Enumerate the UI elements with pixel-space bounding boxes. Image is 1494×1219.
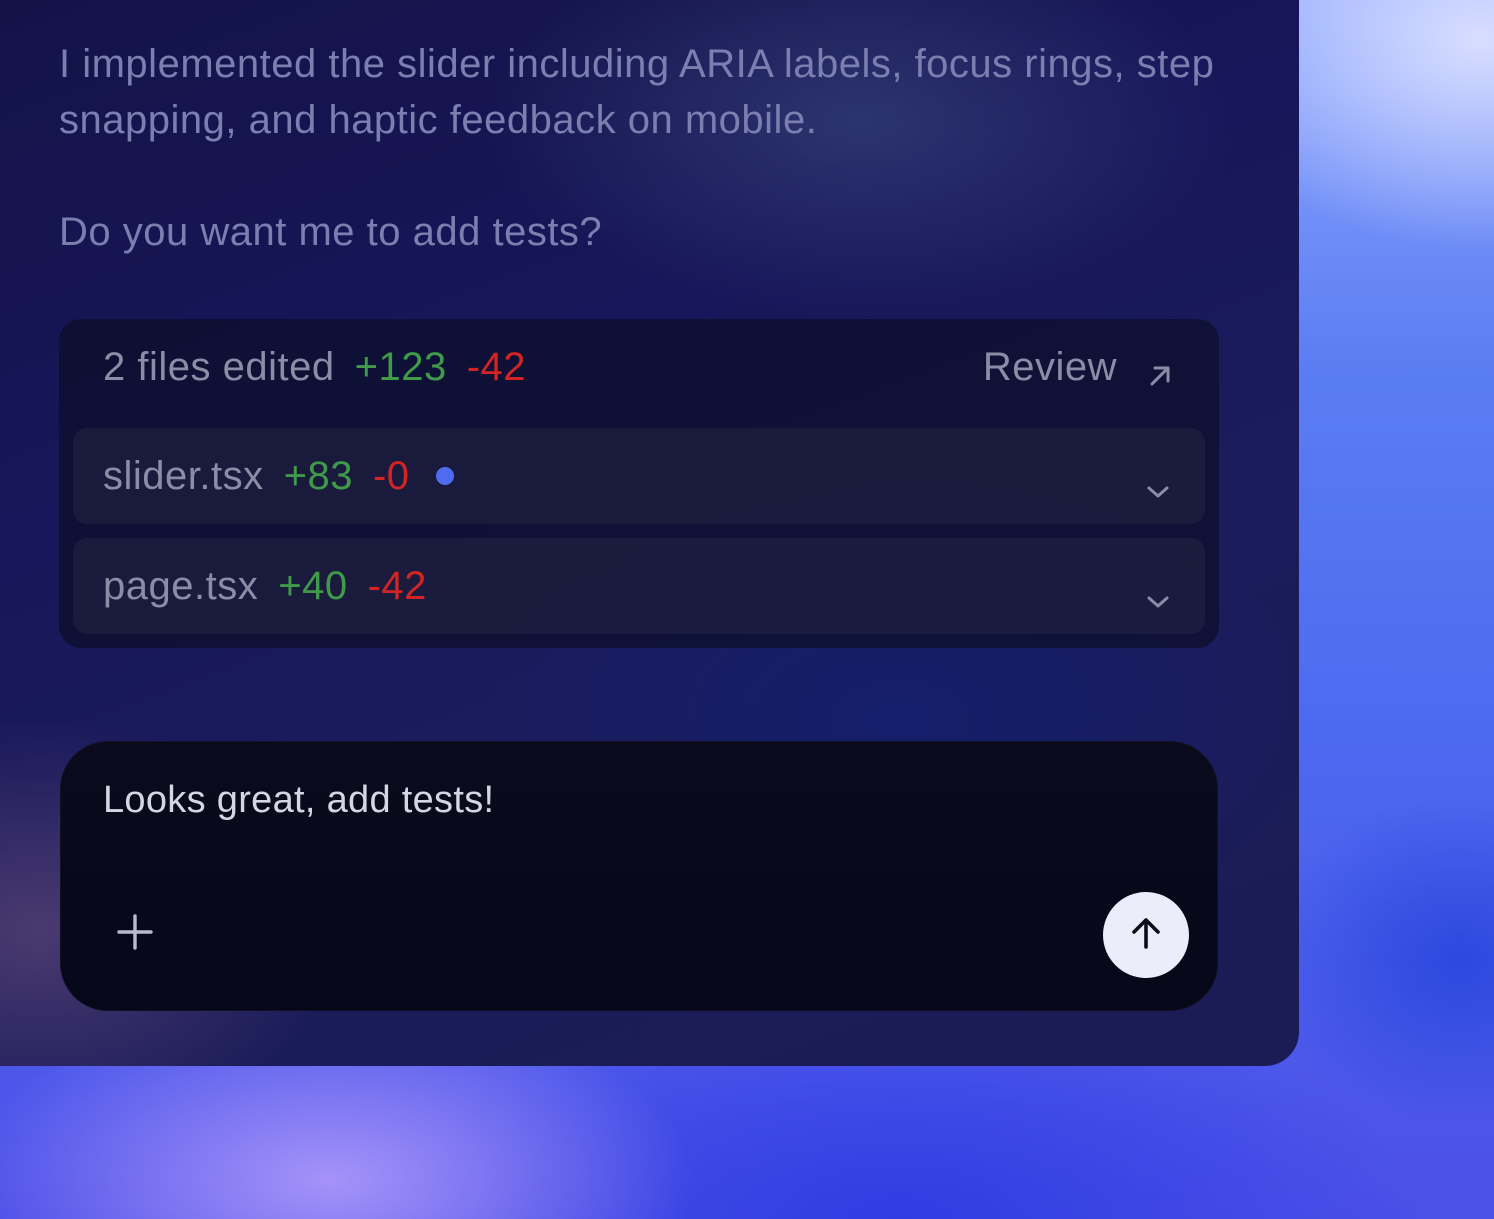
file-row-page[interactable]: page.tsx +40 -42	[73, 538, 1205, 634]
file-additions: +83	[283, 453, 353, 498]
assistant-message: I implemented the slider including ARIA …	[59, 36, 1219, 260]
review-label: Review	[982, 344, 1117, 389]
arrow-up-right-icon	[1147, 354, 1173, 386]
total-deletions: -42	[466, 344, 527, 389]
file-deletions: -42	[367, 563, 427, 608]
edited-files-label: 2 files edited	[103, 344, 335, 389]
unsaved-indicator-dot	[435, 467, 454, 485]
chevron-down-icon[interactable]	[1145, 466, 1171, 498]
chevron-down-icon[interactable]	[1145, 576, 1171, 608]
review-button[interactable]: Review	[983, 339, 1173, 395]
message-composer	[60, 741, 1218, 1011]
arrow-up-icon	[1126, 913, 1166, 958]
plus-icon	[115, 912, 155, 957]
edited-files-card: 2 files edited +123 -42 Review slider.ts…	[59, 319, 1219, 648]
file-name: slider.tsx	[103, 453, 264, 498]
attach-button[interactable]	[110, 909, 160, 959]
send-button[interactable]	[1103, 892, 1189, 978]
file-additions: +40	[278, 563, 348, 608]
file-name: page.tsx	[103, 563, 259, 608]
assistant-message-question: Do you want me to add tests?	[59, 210, 603, 254]
message-input[interactable]	[103, 773, 1083, 827]
file-row-slider[interactable]: slider.tsx +83 -0	[73, 428, 1205, 524]
edited-files-summary: 2 files edited +123 -42	[103, 339, 526, 395]
file-deletions: -0	[372, 453, 410, 498]
total-additions: +123	[354, 344, 447, 389]
chat-panel: I implemented the slider including ARIA …	[0, 0, 1299, 1066]
assistant-message-paragraph: I implemented the slider including ARIA …	[59, 42, 1215, 142]
